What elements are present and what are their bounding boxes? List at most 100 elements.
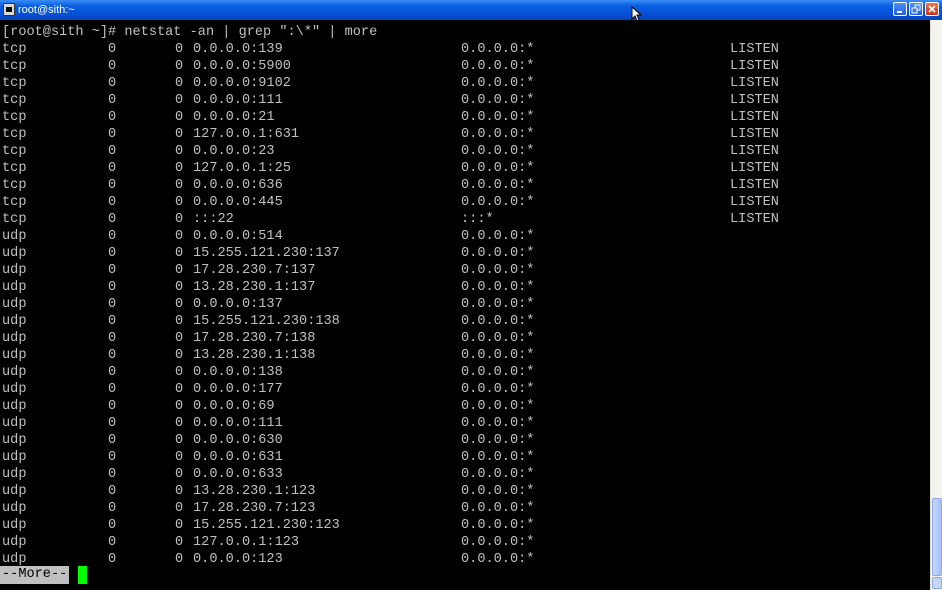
state-cell: LISTEN xyxy=(730,212,779,227)
send-q-cell: 0 xyxy=(175,76,184,91)
send-q-cell: 0 xyxy=(175,263,184,278)
state-cell: LISTEN xyxy=(730,195,779,210)
send-q-cell: 0 xyxy=(175,42,184,57)
proto-cell: udp xyxy=(2,246,27,261)
recv-q-cell: 0 xyxy=(108,229,117,244)
restore-icon xyxy=(911,4,921,14)
foreign-address-cell: 0.0.0.0:* xyxy=(461,314,535,329)
send-q-cell: 0 xyxy=(175,382,184,397)
recv-q-cell: 0 xyxy=(108,42,117,57)
local-address-cell: 0.0.0.0:177 xyxy=(193,382,283,397)
recv-q-cell: 0 xyxy=(108,280,117,295)
proto-cell: tcp xyxy=(2,59,27,74)
state-cell: LISTEN xyxy=(730,59,779,74)
send-q-cell: 0 xyxy=(175,127,184,142)
recv-q-cell: 0 xyxy=(108,399,117,414)
proto-cell: tcp xyxy=(2,76,27,91)
terminal-app-icon[interactable] xyxy=(3,3,15,16)
window-titlebar[interactable]: root@sith:~ xyxy=(0,0,942,22)
send-q-cell: 0 xyxy=(175,535,184,550)
proto-cell: udp xyxy=(2,467,27,482)
local-address-cell: 0.0.0.0:137 xyxy=(193,297,283,312)
recv-q-cell: 0 xyxy=(108,93,117,108)
send-q-cell: 0 xyxy=(175,297,184,312)
send-q-cell: 0 xyxy=(175,144,184,159)
foreign-address-cell: 0.0.0.0:* xyxy=(461,399,535,414)
recv-q-cell: 0 xyxy=(108,263,117,278)
local-address-cell: 15.255.121.230:123 xyxy=(193,518,340,533)
recv-q-cell: 0 xyxy=(108,416,117,431)
send-q-cell: 0 xyxy=(175,365,184,380)
recv-q-cell: 0 xyxy=(108,110,117,125)
recv-q-cell: 0 xyxy=(108,161,117,176)
proto-cell: udp xyxy=(2,280,27,295)
terminal-output[interactable]: [root@sith ~]# netstat -an | grep ":\*" … xyxy=(0,20,930,590)
local-address-cell: 0.0.0.0:9102 xyxy=(193,76,291,91)
foreign-address-cell: 0.0.0.0:* xyxy=(461,484,535,499)
foreign-address-cell: 0.0.0.0:* xyxy=(461,229,535,244)
proto-cell: udp xyxy=(2,501,27,516)
recv-q-cell: 0 xyxy=(108,518,117,533)
local-address-cell: 0.0.0.0:633 xyxy=(193,467,283,482)
local-address-cell: 17.28.230.7:138 xyxy=(193,331,316,346)
recv-q-cell: 0 xyxy=(108,297,117,312)
local-address-cell: 0.0.0.0:631 xyxy=(193,450,283,465)
send-q-cell: 0 xyxy=(175,484,184,499)
send-q-cell: 0 xyxy=(175,518,184,533)
state-cell: LISTEN xyxy=(730,110,779,125)
foreign-address-cell: 0.0.0.0:* xyxy=(461,518,535,533)
send-q-cell: 0 xyxy=(175,314,184,329)
local-address-cell: 0.0.0.0:139 xyxy=(193,42,283,57)
proto-cell: udp xyxy=(2,331,27,346)
local-address-cell: 0.0.0.0:21 xyxy=(193,110,275,125)
restore-button[interactable] xyxy=(909,2,923,16)
foreign-address-cell: 0.0.0.0:* xyxy=(461,76,535,91)
local-address-cell: 0.0.0.0:23 xyxy=(193,144,275,159)
proto-cell: udp xyxy=(2,535,27,550)
proto-cell: udp xyxy=(2,314,27,329)
local-address-cell: 0.0.0.0:636 xyxy=(193,178,283,193)
local-address-cell: 0.0.0.0:514 xyxy=(193,229,283,244)
scroll-down-button[interactable] xyxy=(932,577,942,589)
local-address-cell: 0.0.0.0:5900 xyxy=(193,59,291,74)
state-cell: LISTEN xyxy=(730,178,779,193)
local-address-cell: 127.0.0.1:631 xyxy=(193,127,300,142)
local-address-cell: 13.28.230.1:138 xyxy=(193,348,316,363)
recv-q-cell: 0 xyxy=(108,127,117,142)
send-q-cell: 0 xyxy=(175,501,184,516)
state-cell: LISTEN xyxy=(730,42,779,57)
local-address-cell: 0.0.0.0:69 xyxy=(193,399,275,414)
state-cell: LISTEN xyxy=(730,161,779,176)
proto-cell: udp xyxy=(2,382,27,397)
vertical-scrollbar[interactable] xyxy=(930,20,942,590)
foreign-address-cell: 0.0.0.0:* xyxy=(461,280,535,295)
foreign-address-cell: 0.0.0.0:* xyxy=(461,382,535,397)
close-icon xyxy=(928,5,936,13)
state-cell: LISTEN xyxy=(730,76,779,91)
proto-cell: udp xyxy=(2,399,27,414)
send-q-cell: 0 xyxy=(175,246,184,261)
proto-cell: udp xyxy=(2,348,27,363)
foreign-address-cell: :::* xyxy=(461,212,494,227)
proto-cell: tcp xyxy=(2,161,27,176)
foreign-address-cell: 0.0.0.0:* xyxy=(461,552,535,567)
scrollbar-thumb[interactable] xyxy=(932,498,942,576)
send-q-cell: 0 xyxy=(175,467,184,482)
local-address-cell: 13.28.230.1:123 xyxy=(193,484,316,499)
minimize-button[interactable] xyxy=(893,2,907,16)
foreign-address-cell: 0.0.0.0:* xyxy=(461,161,535,176)
proto-cell: udp xyxy=(2,433,27,448)
minimize-icon xyxy=(897,11,902,13)
foreign-address-cell: 0.0.0.0:* xyxy=(461,59,535,74)
recv-q-cell: 0 xyxy=(108,76,117,91)
recv-q-cell: 0 xyxy=(108,195,117,210)
recv-q-cell: 0 xyxy=(108,365,117,380)
state-cell: LISTEN xyxy=(730,144,779,159)
proto-cell: udp xyxy=(2,450,27,465)
local-address-cell: 15.255.121.230:138 xyxy=(193,314,340,329)
more-prompt: --More-- xyxy=(0,566,70,584)
close-button[interactable] xyxy=(925,2,939,16)
command-line: [root@sith ~]# netstat -an | grep ":\*" … xyxy=(2,25,378,40)
send-q-cell: 0 xyxy=(175,399,184,414)
foreign-address-cell: 0.0.0.0:* xyxy=(461,195,535,210)
